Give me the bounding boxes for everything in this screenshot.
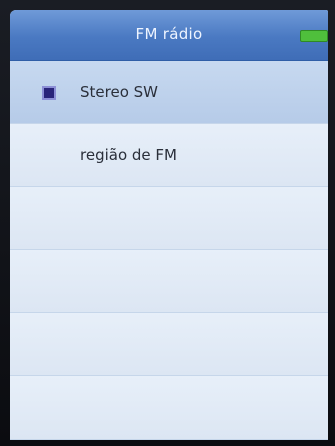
- page-title: FM rádio: [135, 25, 203, 43]
- menu-item-label: região de FM: [80, 146, 177, 164]
- battery-icon: [300, 30, 328, 42]
- menu-item-empty: [10, 250, 328, 313]
- device-bezel: FM rádio Stereo SW região de FM: [0, 0, 335, 446]
- menu-item-empty: [10, 376, 328, 440]
- title-bar: FM rádio: [10, 10, 328, 61]
- menu-item-empty: [10, 187, 328, 250]
- screen: FM rádio Stereo SW região de FM: [10, 10, 328, 440]
- menu-item-fm-region[interactable]: região de FM: [10, 124, 328, 187]
- menu-item-stereo-sw[interactable]: Stereo SW: [10, 61, 328, 124]
- menu-item-empty: [10, 313, 328, 376]
- menu-item-label: Stereo SW: [80, 83, 158, 101]
- selected-square-icon: [42, 86, 56, 100]
- menu-list: Stereo SW região de FM: [10, 61, 328, 440]
